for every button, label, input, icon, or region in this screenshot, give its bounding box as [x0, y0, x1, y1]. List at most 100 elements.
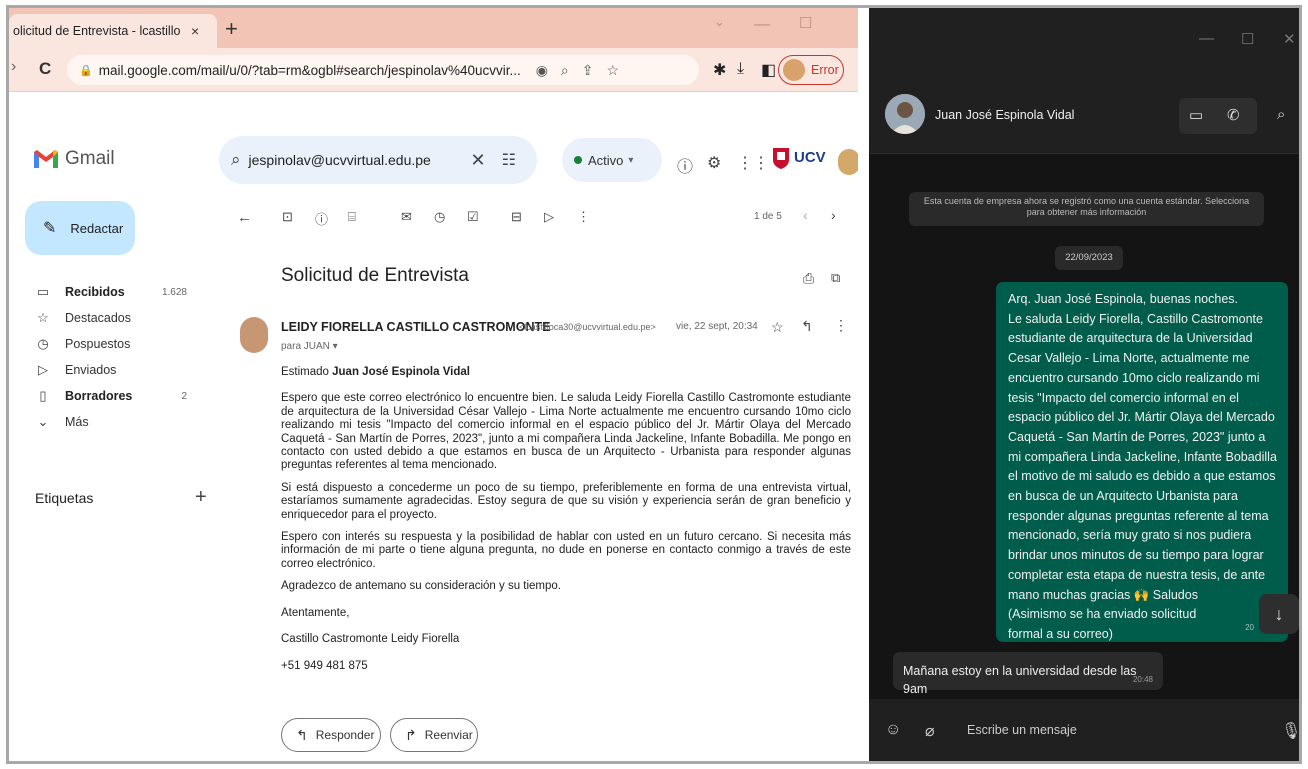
- outgoing-message[interactable]: Arq. Juan José Espinola, buenas noches. …: [996, 282, 1288, 642]
- chevron-right-icon[interactable]: ›: [831, 207, 836, 223]
- compose-label: Redactar: [70, 220, 124, 236]
- snooze-icon[interactable]: ◷: [434, 209, 445, 225]
- apps-grid-icon[interactable]: ⋮⋮: [737, 153, 769, 173]
- chevron-down-icon: ▾: [628, 154, 634, 166]
- forward-button[interactable]: ↱ Reenviar: [390, 718, 478, 752]
- download-icon[interactable]: ⤓: [737, 60, 744, 78]
- url-text[interactable]: mail.google.com/mail/u/0/?tab=rm&ogbl#se…: [99, 63, 523, 78]
- contact-name[interactable]: Juan José Espinola Vidal: [935, 108, 1074, 122]
- pencil-icon: ✎: [43, 220, 57, 237]
- sidebar-item-enviados[interactable]: ▷ Enviados: [9, 357, 209, 383]
- mark-unread-icon[interactable]: ✉: [401, 209, 412, 225]
- trash-icon[interactable]: ⌸: [348, 209, 356, 225]
- microphone-icon[interactable]: 🎙: [1281, 721, 1299, 741]
- attach-icon[interactable]: ⌀: [925, 721, 935, 741]
- sidebar-item-label: Más: [65, 415, 89, 429]
- tab-close-icon[interactable]: ×: [191, 23, 199, 39]
- star-icon[interactable]: ☆: [771, 319, 784, 336]
- wa-titlebar: — ☐ ✕: [869, 8, 1299, 74]
- sidebar-item-destacados[interactable]: ☆ Destacados: [9, 305, 209, 331]
- reply-icon[interactable]: ↰: [801, 318, 813, 335]
- labels-heading: Etiquetas: [35, 490, 94, 506]
- reload-icon[interactable]: C: [39, 59, 51, 79]
- more-vert-icon[interactable]: ⋮: [577, 209, 590, 225]
- scroll-down-button[interactable]: ↓: [1259, 594, 1299, 634]
- message-input[interactable]: Escribe un mensaje: [967, 723, 1077, 737]
- search-options-icon[interactable]: ☷: [502, 150, 516, 170]
- incoming-message-text: Mañana estoy en la universidad desde las…: [903, 664, 1137, 696]
- status-dot: [574, 156, 582, 164]
- compose-button[interactable]: ✎ Redactar: [25, 201, 135, 255]
- sidebar-item-label: Borradores: [65, 389, 133, 403]
- reply-button[interactable]: ↰ Responder: [281, 718, 381, 752]
- print-icon[interactable]: ⎙: [803, 270, 814, 287]
- new-tab-button[interactable]: +: [225, 16, 238, 42]
- archive-icon[interactable]: ⊡: [282, 209, 293, 225]
- inbox-icon: ▭: [36, 284, 50, 299]
- greeting-prefix: Estimado: [281, 366, 329, 378]
- sidebar-item-pospuestos[interactable]: ◷ Pospuestos: [9, 331, 209, 357]
- org-logo[interactable]: UCV: [771, 146, 826, 170]
- tab-gmail[interactable]: olicitud de Entrevista - lcastillo ×: [9, 14, 217, 48]
- sidebar-item-label: Recibidos: [65, 285, 125, 299]
- tab-search-icon[interactable]: ⌄: [714, 14, 725, 30]
- more-vert-icon[interactable]: ⋮: [834, 317, 848, 334]
- lock-icon[interactable]: 🔒: [79, 64, 93, 77]
- email-closing: Atentamente,: [281, 606, 350, 619]
- address-bar[interactable]: 🔒 mail.google.com/mail/u/0/?tab=rm&ogbl#…: [67, 55, 699, 85]
- add-label-button[interactable]: +: [195, 486, 207, 509]
- maximize-icon[interactable]: ☐: [799, 14, 812, 32]
- contact-avatar[interactable]: [885, 94, 925, 134]
- date-chip: 22/09/2023: [1055, 246, 1123, 270]
- sidebar-item-borradores[interactable]: ▯ Borradores 2: [9, 383, 209, 409]
- zoom-icon[interactable]: ⌕: [561, 62, 569, 79]
- minimize-icon[interactable]: —: [754, 16, 770, 34]
- sender-name[interactable]: LEIDY FIORELLA CASTILLO CASTROMONTE: [281, 320, 550, 334]
- recipient-text: para JUAN: [281, 341, 330, 352]
- help-icon[interactable]: ⓘ: [677, 153, 693, 177]
- account-avatar[interactable]: [838, 149, 858, 175]
- system-message[interactable]: Esta cuenta de empresa ahora se registró…: [909, 192, 1264, 226]
- open-new-window-icon[interactable]: ⧉: [831, 270, 840, 286]
- video-call-icon[interactable]: ▭: [1189, 106, 1203, 124]
- email-paragraph: Espero con interés su respuesta y la pos…: [281, 531, 851, 570]
- status-selector[interactable]: Activo ▾: [562, 138, 662, 182]
- sender-avatar[interactable]: [240, 317, 268, 353]
- profile-status: Error: [811, 63, 839, 77]
- label-icon[interactable]: ▷: [544, 209, 554, 225]
- clear-search-icon[interactable]: ✕: [471, 150, 486, 171]
- gmail-m-icon: [34, 150, 58, 168]
- extensions-icon[interactable]: ✱: [713, 60, 726, 80]
- eye-icon[interactable]: ◉: [536, 62, 548, 79]
- phone-icon[interactable]: ✆: [1227, 106, 1240, 124]
- incoming-message[interactable]: Mañana estoy en la universidad desde las…: [893, 652, 1163, 696]
- gmail-logo[interactable]: Gmail: [33, 148, 115, 170]
- search-icon[interactable]: ⌕: [1277, 106, 1285, 123]
- mail-search-bar[interactable]: ⌕ jespinolav@ucvvirtual.edu.pe ✕ ☷: [219, 136, 537, 184]
- minimize-icon[interactable]: —: [1199, 30, 1214, 47]
- reply-icon: ↰: [296, 726, 308, 743]
- forward-icon[interactable]: ›: [11, 58, 16, 76]
- wa-chat-header[interactable]: Juan José Espinola Vidal ▭ ✆ ⌕: [869, 74, 1299, 154]
- side-panel-icon[interactable]: ◧: [761, 60, 776, 80]
- org-logo-text: UCV: [794, 149, 826, 166]
- search-icon[interactable]: ⌕: [231, 150, 241, 170]
- close-icon[interactable]: ✕: [1283, 30, 1296, 48]
- add-task-icon[interactable]: ☑: [467, 209, 479, 225]
- report-spam-icon[interactable]: ⓘ: [315, 209, 328, 228]
- chevron-left-icon[interactable]: ‹: [803, 207, 808, 223]
- back-arrow-icon[interactable]: ←: [237, 209, 252, 226]
- gear-icon[interactable]: ⚙: [707, 153, 721, 173]
- emoji-icon[interactable]: ☺: [885, 721, 901, 739]
- recipient-line[interactable]: para JUAN ▾: [281, 341, 338, 352]
- sidebar-item-recibidos[interactable]: ▭ Recibidos 1.628: [9, 279, 209, 305]
- search-input[interactable]: jespinolav@ucvvirtual.edu.pe: [249, 152, 471, 168]
- sidebar-item-mas[interactable]: ⌄ Más: [9, 409, 209, 435]
- share-icon[interactable]: ⇪: [582, 62, 594, 79]
- wa-compose-bar: ☺ ⌀ Escribe un mensaje 🎙: [869, 699, 1299, 761]
- bookmark-star-icon[interactable]: ☆: [607, 62, 620, 79]
- email-subject: Solicitud de Entrevista: [281, 265, 469, 286]
- move-to-icon[interactable]: ⊟: [511, 209, 522, 225]
- maximize-icon[interactable]: ☐: [1241, 30, 1254, 48]
- profile-button[interactable]: Error: [778, 55, 844, 85]
